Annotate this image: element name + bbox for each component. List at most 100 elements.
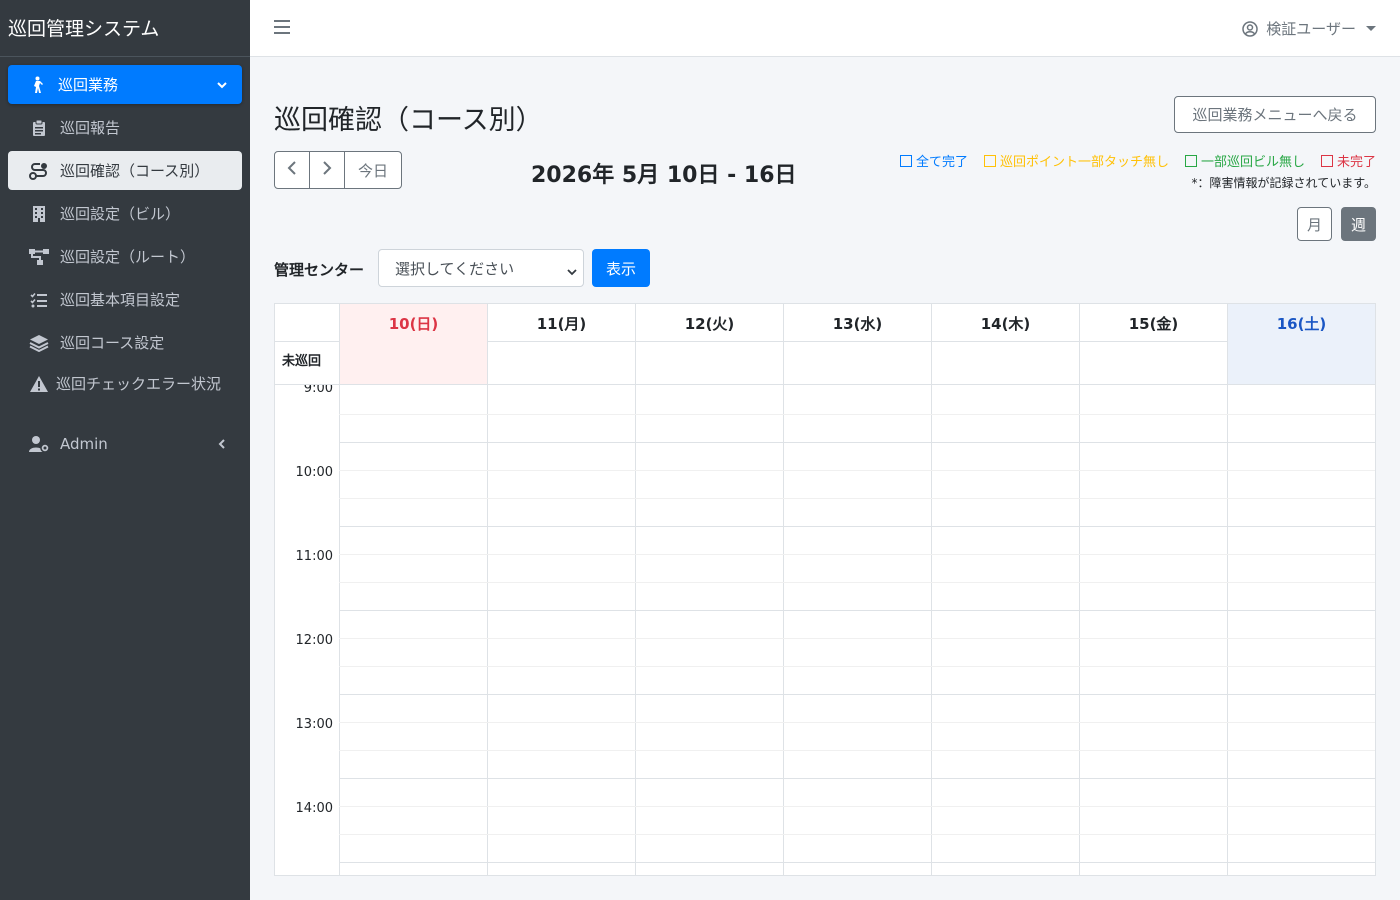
day-header-sun[interactable]: 10(日) [339,304,487,342]
legend-swatch [1320,154,1333,167]
day-header-tue[interactable]: 12(火) [635,304,783,342]
day-header-fri[interactable]: 15(金) [1079,304,1227,342]
sidebar-item-label: 巡回業務 [58,75,119,94]
grid-line [339,498,1375,499]
grid-line [339,834,1375,835]
checklist-icon [28,290,50,310]
layers-icon [28,333,50,353]
route-icon [28,161,50,181]
unpatrolled-label: 未巡回 [282,354,322,369]
legend-incomplete: 未完了 [1320,151,1376,170]
sidebar-nav: 巡回業務 巡回報告 巡回確認（コース別） 巡回設定（ビル） 巡回設定（ルート） … [0,57,250,463]
allday-cell[interactable] [487,342,635,384]
time-label: 9:00 [303,385,333,396]
sidebar-item-patrol-work[interactable]: 巡回業務 [8,65,242,104]
clipboard-icon [28,118,50,138]
day-header-sat[interactable]: 16(土) [1227,304,1375,342]
grid-line [339,470,1375,471]
building-icon [28,204,50,224]
time-label: 10:00 [295,465,333,480]
sidebar-item-admin[interactable]: Admin [8,424,242,463]
time-label: 11:00 [295,549,333,564]
legend-all-complete: 全て完了 [899,151,968,170]
sidebar-item-label: 巡回確認（コース別） [60,161,210,180]
prev-week-button[interactable] [275,152,310,188]
allday-cell[interactable] [1079,342,1227,384]
legend-partial-touch: 巡回ポイント一部タッチ無し [983,151,1169,170]
time-label: 14:00 [295,801,333,816]
brand-title[interactable]: 巡回管理システム [0,0,250,57]
sidebar-item-label: 巡回基本項目設定 [60,290,181,309]
month-view-button[interactable]: 月 [1297,207,1332,241]
day-column [1079,385,1080,875]
day-header-thu[interactable]: 14(木) [931,304,1079,342]
select-value: 選択してください [395,259,515,278]
allday-cell[interactable] [783,342,931,384]
legend-swatch [1184,154,1197,167]
management-center-select[interactable]: 選択してください [378,249,584,287]
grid-line [339,750,1375,751]
user-menu[interactable]: 検証ユーザー [1242,18,1376,39]
allday-cell[interactable] [635,342,783,384]
sidebar: 巡回管理システム 巡回業務 巡回報告 巡回確認（コース別） 巡回設定（ビル） 巡… [0,0,250,900]
chevron-down-icon [567,263,577,276]
grid-line [339,526,1375,527]
next-week-button[interactable] [310,152,345,188]
sidebar-item-patrol-course-setting[interactable]: 巡回コース設定 [8,323,242,362]
day-column [339,385,340,875]
walking-icon [26,75,48,95]
back-to-menu-button[interactable]: 巡回業務メニューへ戻る [1174,96,1376,133]
page-title: 巡回確認（コース別） [274,105,543,136]
legend-label: 未完了 [1336,155,1376,170]
grid-line [339,694,1375,695]
legend-swatch [899,154,912,167]
today-button[interactable]: 今日 [345,152,401,188]
user-circle-icon [1242,20,1259,37]
grid-line [339,554,1375,555]
grid-line [339,610,1375,611]
day-column [1227,385,1228,875]
day-header-wed[interactable]: 13(水) [783,304,931,342]
user-name: 検証ユーザー [1266,20,1356,38]
hamburger-menu-icon[interactable] [274,20,290,34]
sidebar-item-label: Admin [60,434,108,453]
sidebar-item-label: 巡回設定（ビル） [60,204,181,223]
allday-cell[interactable] [339,342,487,384]
warning-icon [28,374,50,394]
sidebar-item-label: 巡回コース設定 [60,333,165,352]
sitemap-icon [28,247,50,267]
show-button[interactable]: 表示 [592,249,650,287]
day-column [487,385,488,875]
week-view-button[interactable]: 週 [1341,207,1376,241]
day-column [931,385,932,875]
sidebar-item-patrol-setting-building[interactable]: 巡回設定（ビル） [8,194,242,233]
sidebar-item-patrol-setting-route[interactable]: 巡回設定（ルート） [8,237,242,276]
sidebar-item-patrol-check-error-status[interactable]: 巡回チェックエラー状況 [8,366,242,420]
sidebar-item-patrol-report[interactable]: 巡回報告 [8,108,242,147]
legend-label: 巡回ポイント一部タッチ無し [999,155,1169,170]
legend-label: 一部巡回ビル無し [1200,155,1305,170]
date-nav-group: 今日 [274,151,402,189]
grid-line [339,862,1375,863]
sidebar-item-label: 巡回設定（ルート） [60,247,196,266]
sidebar-item-patrol-basic-item-setting[interactable]: 巡回基本項目設定 [8,280,242,319]
legend-partial-building: 一部巡回ビル無し [1184,151,1305,170]
management-center-label: 管理センター [274,261,365,279]
grid-line [339,806,1375,807]
day-header-mon[interactable]: 11(月) [487,304,635,342]
top-navbar: 検証ユーザー [250,0,1400,57]
caret-down-icon [1366,26,1376,31]
sidebar-item-patrol-confirm-course[interactable]: 巡回確認（コース別） [8,151,242,190]
sidebar-item-label: 巡回報告 [60,118,121,137]
calendar-time-grid[interactable]: 9:00 10:00 11:00 12:00 13:00 14:00 [275,385,1375,875]
allday-cell[interactable] [1227,342,1375,384]
calendar-header-row: 10(日) 11(月) 12(火) 13(水) 14(木) 15(金) 16(土… [275,304,1375,342]
day-column [783,385,784,875]
chevron-left-icon [287,161,297,179]
grid-line [339,442,1375,443]
allday-cell[interactable] [931,342,1079,384]
grid-line [339,414,1375,415]
user-cog-icon [28,434,50,454]
chevron-right-icon [322,161,332,179]
sidebar-item-label: 巡回チェックエラー状況 [56,375,222,393]
